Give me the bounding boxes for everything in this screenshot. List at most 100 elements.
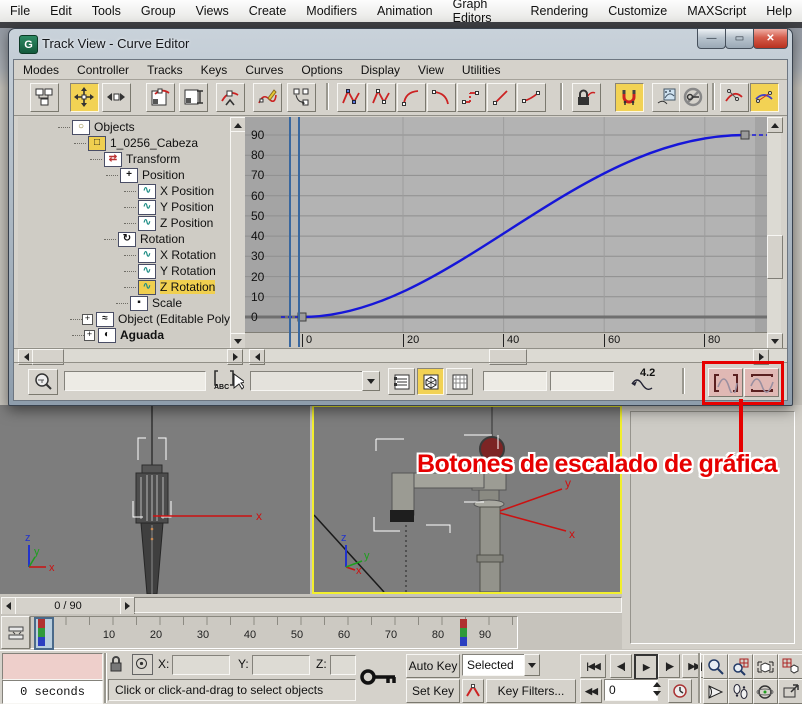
slide-keys-button[interactable] xyxy=(102,83,131,112)
time-slider-track[interactable] xyxy=(134,597,622,613)
play-button[interactable]: ▶ xyxy=(634,654,658,680)
key-frame-90[interactable] xyxy=(741,131,749,139)
dope-sheet-layout-button[interactable] xyxy=(446,368,473,395)
close-button[interactable]: ✕ xyxy=(753,29,788,49)
lock-tangents-button[interactable] xyxy=(572,83,601,112)
field-of-view-button[interactable] xyxy=(703,679,728,704)
set-tangents-step-button[interactable] xyxy=(457,83,486,112)
menu-maxscript[interactable]: MAXScript xyxy=(677,4,756,18)
selection-set-dropdown[interactable]: Selected xyxy=(462,654,530,676)
menu-group[interactable]: Group xyxy=(131,4,186,18)
menu-views[interactable]: Views xyxy=(186,4,239,18)
zoom-extents-button[interactable] xyxy=(753,654,778,679)
time-slider-frame-marker[interactable] xyxy=(34,617,54,650)
tree-item-y-rotation[interactable]: ∿Y Rotation xyxy=(18,263,216,279)
viewport-front[interactable]: x z y x xyxy=(0,405,310,594)
viewport-perspective-active[interactable]: y x z x y xyxy=(312,405,622,594)
draw-curves-button[interactable] xyxy=(253,83,282,112)
zoom-all-button[interactable] xyxy=(728,654,753,679)
set-tangents-slow-button[interactable] xyxy=(427,83,456,112)
scrollbar-thumb[interactable] xyxy=(230,131,246,335)
track-set-dropdown-arrow[interactable] xyxy=(362,371,380,391)
menu-help[interactable]: Help xyxy=(756,4,802,18)
key-value-field[interactable] xyxy=(550,371,614,391)
zoom-selected-object-button[interactable] xyxy=(28,369,58,395)
curve-editor-layout-button[interactable] xyxy=(388,368,415,395)
selection-set-dropdown-arrow[interactable] xyxy=(524,654,540,676)
key-time-field[interactable] xyxy=(483,371,547,391)
time-slider-prev-button[interactable] xyxy=(1,597,16,615)
scale-values-button[interactable] xyxy=(179,83,208,112)
filters-button[interactable] xyxy=(30,83,59,112)
tree-item-scale[interactable]: ▪Scale xyxy=(18,295,182,311)
default-in-out-tangents-button[interactable] xyxy=(462,679,484,703)
set-tangents-linear-button[interactable] xyxy=(487,83,516,112)
tree-item-z-position[interactable]: ∿Z Position xyxy=(18,215,213,231)
key-filters-button[interactable]: Key Filters... xyxy=(486,679,576,703)
x-coordinate-field[interactable] xyxy=(172,655,230,675)
move-keys-button[interactable] xyxy=(70,83,99,112)
tree-item-position[interactable]: +Position xyxy=(18,167,185,183)
tree-item-x-rotation[interactable]: ∿X Rotation xyxy=(18,247,216,263)
auto-key-button[interactable]: Auto Key xyxy=(406,654,460,678)
y-coordinate-field[interactable] xyxy=(252,655,310,675)
walk-through-button[interactable] xyxy=(728,679,753,704)
track-bar-ruler[interactable]: 10 20 30 40 50 60 70 80 90 xyxy=(30,616,518,649)
next-frame-button[interactable]: |▶ xyxy=(658,654,680,678)
time-slider-next-button[interactable] xyxy=(120,597,135,615)
set-key-button[interactable]: Set Key xyxy=(406,679,460,703)
tree-item-y-position[interactable]: ∿Y Position xyxy=(18,199,214,215)
set-keys-key-icon[interactable] xyxy=(356,653,402,701)
maximize-viewport-toggle-button[interactable] xyxy=(778,679,802,704)
graph-vertical-scrollbar[interactable] xyxy=(767,117,781,347)
tree-item-aguada[interactable]: +◐Aguada xyxy=(18,327,164,343)
minimize-button[interactable]: — xyxy=(697,29,726,49)
curve-graph[interactable]: 90 80 70 60 50 40 30 20 10 0 0 20 40 60 … xyxy=(245,117,767,347)
scroll-up-button[interactable] xyxy=(767,117,783,133)
go-to-start-button[interactable]: |◀◀ xyxy=(580,654,606,678)
zoom-extents-all-button[interactable] xyxy=(778,654,802,679)
menu-tools[interactable]: Tools xyxy=(82,4,131,18)
wmenu-view[interactable]: View xyxy=(409,63,453,77)
set-tangents-fast-button[interactable] xyxy=(397,83,426,112)
track-view-window[interactable]: G Track View - Curve Editor — ▭ ✕ Modes … xyxy=(8,28,793,406)
time-configuration-button[interactable] xyxy=(668,679,692,703)
wmenu-display[interactable]: Display xyxy=(352,63,409,77)
zoom-viewport-button[interactable] xyxy=(703,654,728,679)
absolute-mode-transform-icon[interactable] xyxy=(132,654,153,675)
orbit-button[interactable] xyxy=(753,679,778,704)
menu-modifiers[interactable]: Modifiers xyxy=(296,4,367,18)
set-tangents-smooth-button[interactable] xyxy=(517,83,546,112)
track-selection-field[interactable] xyxy=(64,371,206,391)
menu-edit[interactable]: Edit xyxy=(40,4,82,18)
set-tangents-auto-button[interactable] xyxy=(337,83,366,112)
show-geometry-button[interactable] xyxy=(417,368,444,395)
show-all-tangents-button[interactable] xyxy=(750,83,779,112)
current-frame-field[interactable]: 0 xyxy=(604,679,658,701)
scroll-down-button[interactable] xyxy=(767,333,783,349)
tree-item-rotation[interactable]: ↻Rotation xyxy=(18,231,185,247)
menu-animation[interactable]: Animation xyxy=(367,4,443,18)
wmenu-utilities[interactable]: Utilities xyxy=(453,63,510,77)
key-mode-toggle-button[interactable]: ◀◀ xyxy=(580,679,602,703)
tree-item-z-rotation-selected[interactable]: ∿Z Rotation xyxy=(18,279,215,295)
menu-file[interactable]: File xyxy=(0,4,40,18)
show-tangents-button[interactable] xyxy=(720,83,749,112)
tree-item-object-editable-poly[interactable]: +≈Object (Editable Poly) xyxy=(18,311,230,327)
parameter-out-of-range-button[interactable] xyxy=(652,83,681,112)
menu-create[interactable]: Create xyxy=(239,4,297,18)
maxscript-mini-listener[interactable] xyxy=(2,653,103,680)
keyframe-marker-90[interactable] xyxy=(460,619,467,645)
add-keys-button[interactable] xyxy=(216,83,245,112)
expand-icon[interactable]: + xyxy=(82,314,93,325)
scale-keys-button[interactable] xyxy=(146,83,175,112)
track-set-dropdown[interactable] xyxy=(250,371,364,391)
tree-item-transform[interactable]: ⇄Transform xyxy=(18,151,180,167)
expand-icon[interactable]: + xyxy=(84,330,95,341)
wmenu-modes[interactable]: Modes xyxy=(14,63,68,77)
snap-frames-button[interactable] xyxy=(615,83,644,112)
scroll-down-button[interactable] xyxy=(230,333,246,349)
keyframe-marker-0[interactable] xyxy=(38,619,45,645)
edit-track-set-icon[interactable]: ABC xyxy=(214,368,244,394)
time-slider-grip[interactable]: 0 / 90 xyxy=(15,597,121,615)
